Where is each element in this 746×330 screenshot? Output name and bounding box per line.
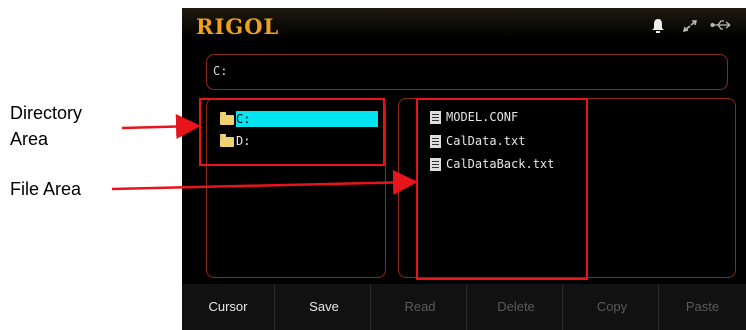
save-button[interactable]: Save (278, 284, 371, 330)
directory-area-label-line1: Directory (10, 103, 83, 123)
directory-area-callout-box (199, 98, 385, 166)
top-bar: RIGOL (182, 8, 746, 52)
directory-area-label-line2: Area (10, 129, 49, 149)
arrows-icon (682, 18, 698, 38)
rigol-logo: RIGOL (196, 14, 280, 39)
delete-button[interactable]: Delete (470, 284, 563, 330)
directory-area-label: Directory Area (10, 100, 82, 152)
read-button[interactable]: Read (374, 284, 467, 330)
file-area-label: File Area (10, 179, 82, 199)
file-area-callout-box (416, 98, 588, 280)
path-value: C: (213, 64, 228, 78)
softkey-bar: Cursor Save Read Delete Copy Paste (182, 284, 746, 330)
usb-icon (710, 18, 732, 36)
copy-button[interactable]: Copy (566, 284, 659, 330)
cursor-button[interactable]: Cursor (182, 284, 275, 330)
path-bar[interactable]: C: (206, 54, 728, 90)
paste-button[interactable]: Paste (656, 284, 746, 330)
bell-icon (651, 18, 665, 38)
